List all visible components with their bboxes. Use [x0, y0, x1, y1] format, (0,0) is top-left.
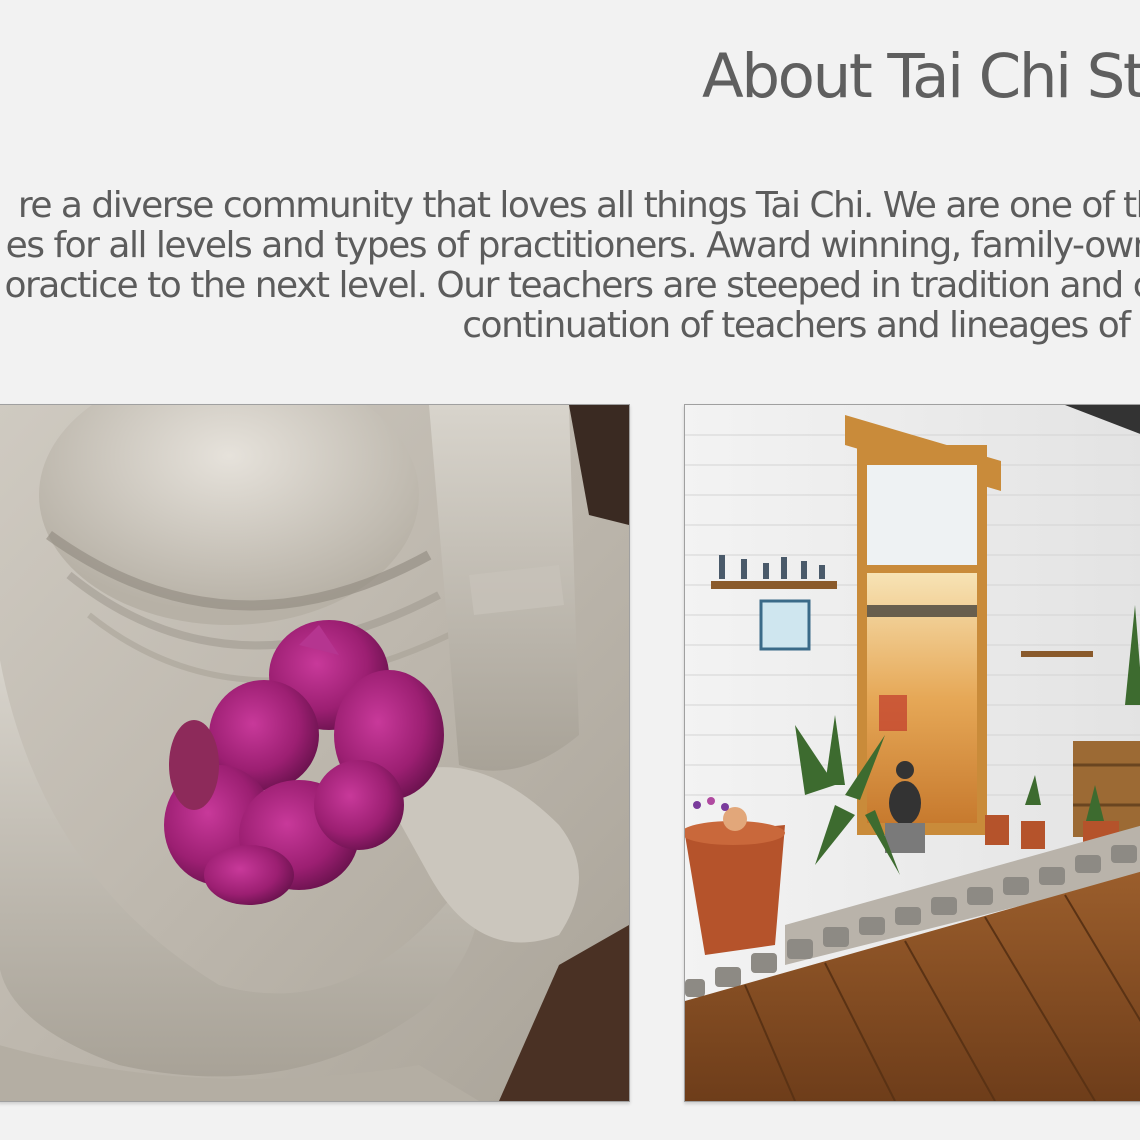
studio-entrance-image: [685, 405, 1140, 1101]
intro-line: continuation of teachers and lineages of…: [462, 305, 1140, 346]
about-intro-text: re a diverse community that loves all th…: [0, 186, 1140, 356]
about-heading: About Tai Chi St: [702, 41, 1140, 112]
intro-line: oractice to the next level. Our teachers…: [4, 265, 1140, 306]
about-section: About Tai Chi St re a diverse community …: [0, 0, 1140, 1140]
intro-line: es for all levels and types of practitio…: [5, 225, 1140, 266]
intro-line: re a diverse community that loves all th…: [17, 186, 1140, 226]
statue-flowers-photo[interactable]: [0, 404, 630, 1102]
studio-entrance-photo[interactable]: [684, 404, 1140, 1102]
statue-flowers-image: [0, 405, 629, 1101]
